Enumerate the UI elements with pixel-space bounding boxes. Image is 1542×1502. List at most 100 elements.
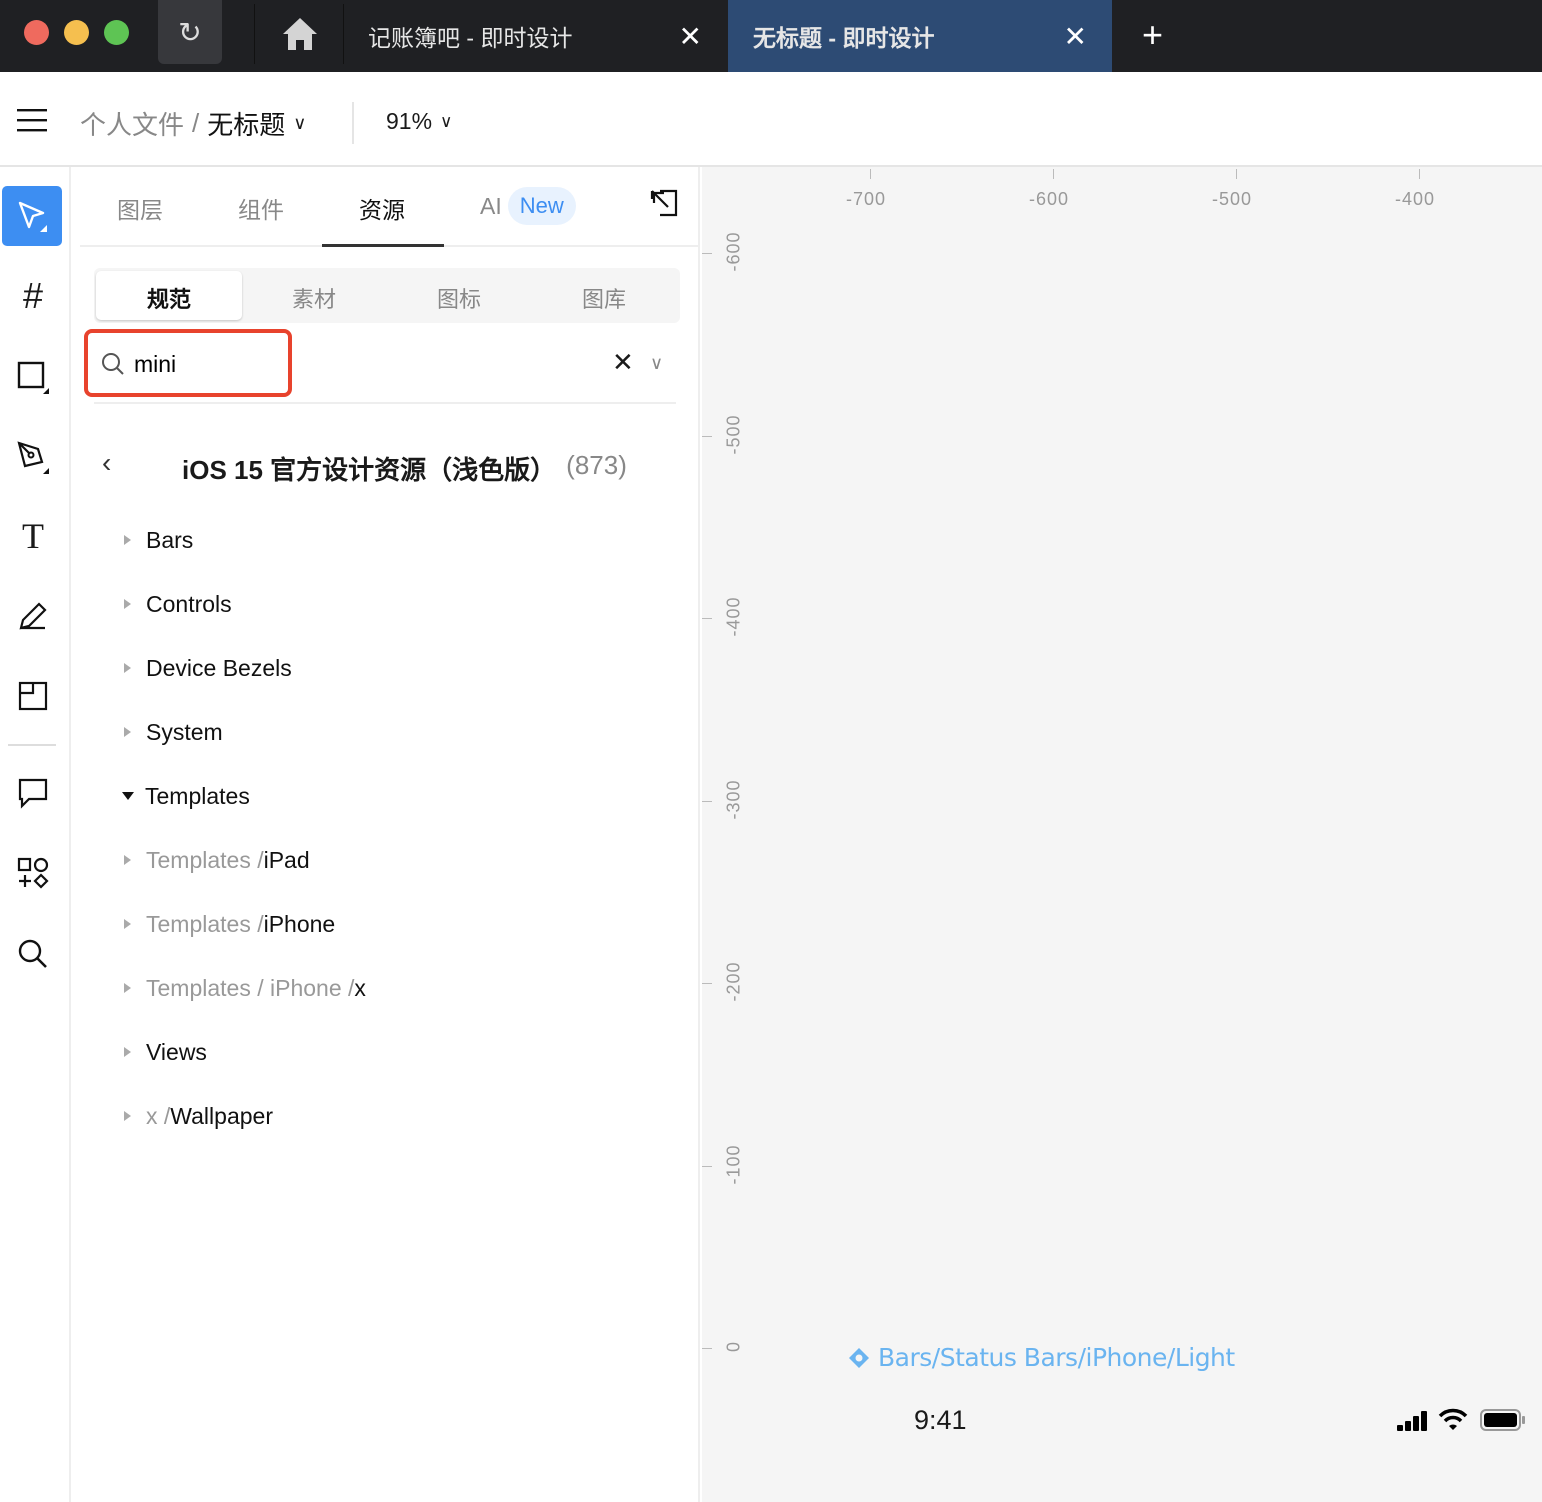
caret-right-icon[interactable] [124, 663, 131, 673]
caret-right-icon[interactable] [124, 599, 131, 609]
rectangle-tool[interactable] [0, 347, 66, 407]
collapse-panel-icon[interactable] [650, 189, 678, 217]
close-tab-icon[interactable]: ✕ [679, 20, 702, 53]
ruler-y-label: 0 [723, 1341, 744, 1353]
caret-right-icon[interactable] [124, 1047, 131, 1057]
caret-right-icon[interactable] [124, 727, 131, 737]
minimize-window-button[interactable] [64, 20, 89, 45]
chevron-down-icon[interactable]: ∨ [293, 113, 306, 134]
tool-sidebar: # T [0, 167, 71, 1502]
pen-tool[interactable] [0, 427, 66, 487]
assets-panel: 图层 组件 资源 AI New 规范 素材 图标 图库 ✕ ∨ ‹ iOS 15… [72, 167, 700, 1502]
ruler-y-label: -500 [723, 413, 744, 455]
tree-item[interactable]: x / Wallpaper [124, 1101, 273, 1131]
breadcrumb-parent[interactable]: 个人文件 [80, 105, 184, 142]
ruler-y-label: -200 [723, 961, 744, 1002]
tab-ai[interactable]: AI New [480, 187, 576, 225]
status-time: 9:41 [914, 1405, 967, 1435]
ruler-tick [702, 253, 712, 254]
search-tool[interactable] [0, 924, 66, 984]
tree-item-label: Bars [146, 526, 194, 553]
segment-icons[interactable]: 图标 [386, 282, 532, 314]
component-name: Bars/Status Bars/iPhone/Light [878, 1343, 1235, 1372]
ruler-tick [702, 618, 712, 619]
battery-icon [1480, 1409, 1525, 1431]
tree-item-label: iPad [263, 846, 310, 873]
cursor-icon [18, 201, 47, 232]
caret-down-icon[interactable] [122, 792, 134, 800]
tab-layers[interactable]: 图层 [117, 191, 163, 225]
tree-item-label: Wallpaper [170, 1102, 273, 1129]
search-icon [102, 353, 124, 375]
caret-right-icon[interactable] [124, 1111, 131, 1121]
ruler-tick [1053, 169, 1054, 179]
tree-item[interactable]: Device Bezels [124, 653, 292, 683]
tab-components[interactable]: 组件 [238, 191, 284, 225]
tree-item[interactable]: Templates / iPhone / x [124, 973, 366, 1003]
component-icon [849, 1347, 869, 1368]
ruler-tick [702, 1348, 712, 1349]
tree-item[interactable]: Templates [122, 781, 250, 811]
close-window-button[interactable] [24, 20, 49, 45]
search-icon [18, 939, 47, 968]
ruler-y-label: -600 [723, 231, 744, 272]
ruler-tick [1419, 169, 1420, 179]
component-label[interactable]: Bars/Status Bars/iPhone/Light [848, 1343, 1235, 1372]
tree-item-label: Views [146, 1038, 207, 1065]
comment-tool[interactable] [0, 763, 66, 823]
library-header: iOS 15 官方设计资源（浅色版） (873) [182, 450, 627, 487]
pencil-tool[interactable] [0, 586, 66, 646]
frame-tool[interactable]: # [0, 266, 66, 326]
segment-materials[interactable]: 素材 [241, 282, 387, 314]
browser-tab-bar: ↻ 记账簿吧 - 即时设计 ✕ 无标题 - 即时设计 ✕ + [0, 0, 1542, 72]
ruler-tick [870, 169, 871, 179]
ruler-x-label: -500 [1212, 189, 1253, 209]
back-icon[interactable]: ‹ [102, 447, 111, 479]
reload-icon[interactable]: ↻ [158, 0, 222, 64]
browser-tab-active[interactable]: 无标题 - 即时设计 ✕ [728, 0, 1112, 72]
search-input[interactable] [134, 347, 534, 381]
caret-right-icon[interactable] [124, 983, 131, 993]
tab-title: 记账簿吧 - 即时设计 [368, 25, 573, 51]
tree-item-label: Controls [146, 590, 232, 617]
canvas[interactable]: -700 -600 -500 -400 -600 -500 -400 -300 -200 -100… [702, 167, 1542, 1502]
move-tool[interactable] [2, 186, 62, 246]
plugins-icon [17, 857, 49, 889]
tree-item[interactable]: Views [124, 1037, 207, 1067]
tree-item[interactable]: Controls [124, 589, 232, 619]
zoom-value: 91% [386, 108, 433, 134]
segment-gallery[interactable]: 图库 [531, 282, 677, 314]
chevron-down-icon[interactable]: ∨ [650, 353, 663, 374]
zoom-select[interactable]: 91% ∨ [386, 108, 453, 135]
ruler-x-label: -600 [1029, 189, 1070, 209]
home-icon[interactable] [280, 14, 320, 54]
caret-right-icon[interactable] [124, 535, 131, 545]
caret-right-icon[interactable] [124, 919, 131, 929]
tree-item-path: Templates / [146, 910, 264, 937]
tree-item[interactable]: Bars [124, 525, 193, 555]
tree-item-label: System [146, 718, 223, 745]
caret-right-icon[interactable] [124, 855, 131, 865]
segment-specs[interactable]: 规范 [96, 282, 242, 314]
ruler-tick [702, 800, 712, 802]
new-tab-icon[interactable]: + [1142, 14, 1163, 56]
file-name[interactable]: 无标题 [207, 105, 285, 142]
close-tab-icon[interactable]: ✕ [1064, 20, 1087, 53]
clear-search-icon[interactable]: ✕ [612, 347, 634, 378]
file-toolbar: 个人文件 / 无标题 ∨ 91% ∨ [0, 72, 1542, 167]
menu-icon[interactable] [17, 108, 47, 132]
ruler-x-label: -400 [1395, 189, 1436, 209]
tree-item[interactable]: Templates / iPhone [124, 909, 335, 939]
text-tool[interactable]: T [0, 506, 66, 566]
tree-item[interactable]: Templates / iPad [124, 845, 310, 875]
tree-item-path: x / [146, 1102, 171, 1129]
browser-tab[interactable]: 记账簿吧 - 即时设计 ✕ [343, 0, 727, 72]
text-icon: T [22, 516, 44, 556]
slice-icon [18, 681, 48, 711]
slice-tool[interactable] [0, 666, 66, 726]
breadcrumb-separator: / [192, 108, 200, 138]
tree-item[interactable]: System [124, 717, 223, 747]
plugins-tool[interactable] [0, 843, 66, 903]
maximize-window-button[interactable] [104, 20, 129, 45]
tab-assets[interactable]: 资源 [359, 191, 405, 225]
